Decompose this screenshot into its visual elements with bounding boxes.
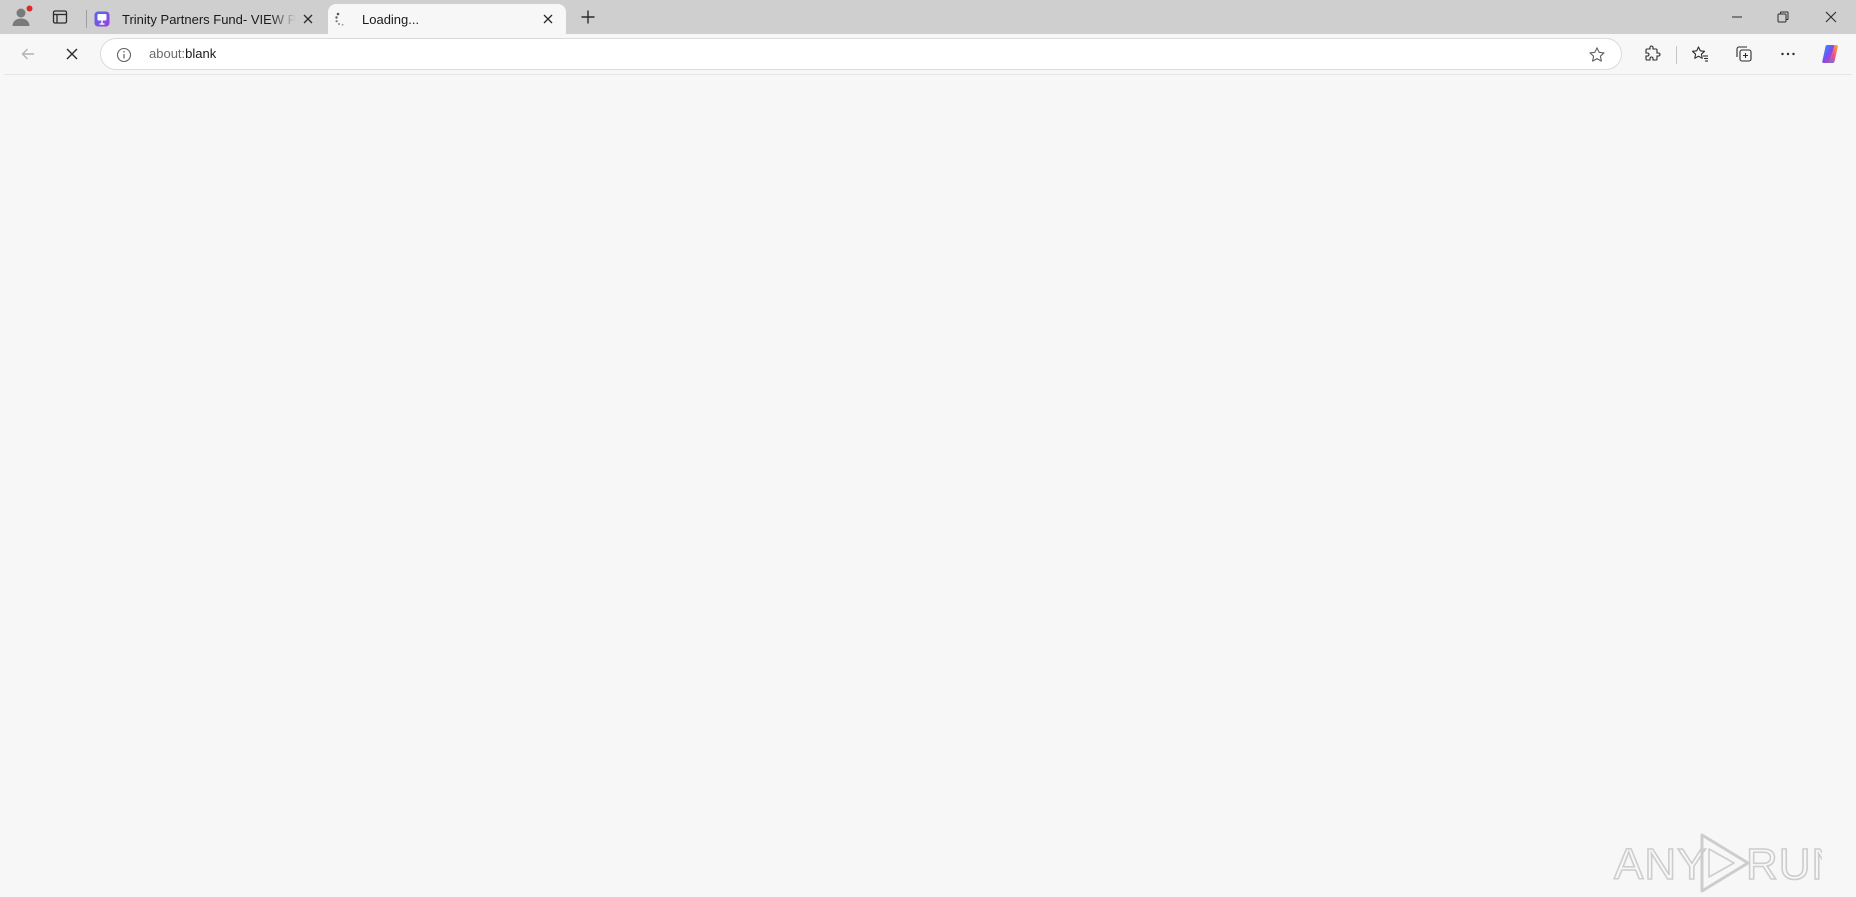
- watermark-text-left: ANY: [1614, 840, 1707, 889]
- address-bar[interactable]: about:blank: [100, 38, 1622, 70]
- url-scheme: about:: [149, 46, 186, 61]
- extensions-button[interactable]: [1636, 38, 1668, 70]
- url-rest: blank: [185, 46, 217, 61]
- collections-icon: [1736, 46, 1752, 62]
- settings-and-more-button[interactable]: [1772, 38, 1804, 70]
- page-content: ANY RUN: [4, 74, 1852, 893]
- notification-dot: [26, 5, 33, 12]
- collections-button[interactable]: [1728, 38, 1760, 70]
- info-icon: [116, 47, 132, 63]
- tab-actions-button[interactable]: [44, 0, 76, 34]
- anyrun-watermark-logo: ANY RUN: [1613, 833, 1822, 893]
- tab-loading[interactable]: Loading...: [328, 4, 566, 34]
- tab-actions-icon: [52, 10, 68, 24]
- close-icon: [303, 14, 313, 24]
- copilot-icon: [1822, 45, 1838, 63]
- stop-loading-button[interactable]: [56, 38, 88, 70]
- restore-icon: [1777, 11, 1789, 23]
- browser-toolbar: about:blank: [0, 34, 1856, 74]
- close-icon: [543, 14, 553, 24]
- tab-title: Trinity Partners Fund- VIEW PRESENTATION: [122, 11, 296, 27]
- close-icon: [1825, 11, 1837, 23]
- favorites-icon: [1691, 46, 1708, 62]
- minimize-button[interactable]: [1714, 0, 1760, 34]
- stop-icon: [66, 48, 78, 60]
- star-icon: [1589, 47, 1605, 62]
- tab-title: Loading...: [362, 11, 420, 27]
- back-arrow-icon: [21, 48, 34, 60]
- favorites-button[interactable]: [1684, 38, 1716, 70]
- tab-close-button[interactable]: [536, 7, 560, 31]
- site-info-button[interactable]: [115, 46, 133, 64]
- profile-button[interactable]: [6, 0, 38, 34]
- minimize-icon: [1732, 16, 1742, 18]
- tab-close-button[interactable]: [296, 7, 320, 31]
- toolbar-separator: [1676, 46, 1677, 64]
- presentation-favicon-icon: [94, 11, 110, 27]
- loading-spinner-icon: [334, 11, 350, 27]
- watermark-text-right: RUN: [1746, 840, 1822, 889]
- profile-icon: [12, 5, 33, 26]
- extensions-icon: [1645, 45, 1661, 61]
- add-favorite-button[interactable]: [1585, 43, 1609, 67]
- address-url[interactable]: about:blank: [149, 39, 216, 69]
- tab-strip: Trinity Partners Fund- VIEW PRESENTATION…: [0, 0, 1856, 34]
- back-button[interactable]: [12, 38, 44, 70]
- copilot-button[interactable]: [1814, 38, 1846, 70]
- window-close-button[interactable]: [1806, 0, 1856, 34]
- new-tab-button[interactable]: [572, 0, 604, 34]
- more-icon: [1781, 52, 1795, 56]
- restore-button[interactable]: [1760, 0, 1806, 34]
- tab-trinity-partners[interactable]: Trinity Partners Fund- VIEW PRESENTATION: [88, 4, 326, 34]
- new-tab-icon: [581, 10, 595, 24]
- tab-separator: [86, 10, 87, 28]
